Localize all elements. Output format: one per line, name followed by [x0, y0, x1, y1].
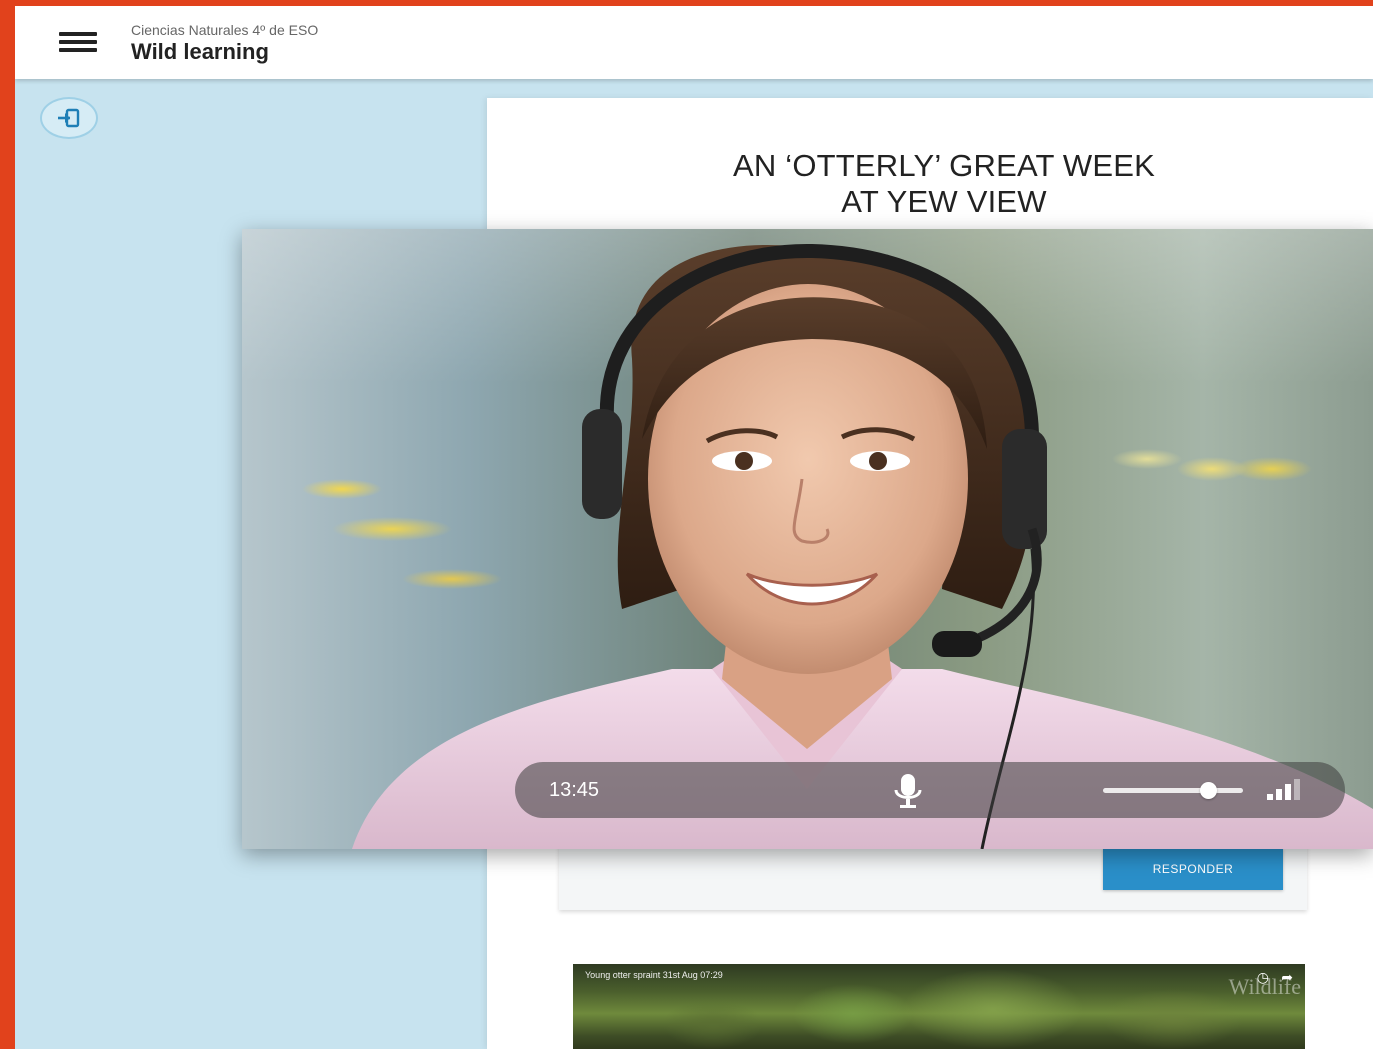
call-timer: 13:45	[549, 779, 600, 801]
signal-bar	[1267, 794, 1273, 800]
hamburger-menu-icon[interactable]	[59, 28, 99, 56]
top-app-bar: Ciencias Naturales 4º de ESO Wild learni…	[15, 6, 1373, 79]
signal-bar	[1276, 789, 1282, 800]
article-title-line-2: AT YEW VIEW	[841, 184, 1047, 219]
page-title: Wild learning	[131, 39, 269, 64]
video-watermark: Wildlife	[1228, 974, 1301, 999]
exit-icon	[58, 108, 80, 128]
call-controls-bar: 13:45	[515, 762, 1345, 818]
video-call-window[interactable]: 13:45	[242, 229, 1373, 849]
respond-button[interactable]: RESPONDER	[1103, 848, 1283, 890]
app-window: Ciencias Naturales 4º de ESO Wild learni…	[15, 6, 1373, 1049]
volume-slider-knob[interactable]	[1200, 782, 1217, 799]
microphone-icon[interactable]	[892, 772, 924, 810]
exit-button[interactable]	[40, 97, 98, 139]
signal-strength-icon	[1267, 779, 1300, 800]
course-name: Ciencias Naturales 4º de ESO	[131, 22, 319, 38]
article-title: AN ‘OTTERLY’ GREAT WEEK AT YEW VIEW	[487, 148, 1373, 220]
signal-bar	[1285, 784, 1291, 800]
wildlife-video-thumbnail[interactable]: Young otter spraint 31st Aug 07:29 ◷ ➦ W…	[573, 964, 1305, 1049]
article-title-line-1: AN ‘OTTERLY’ GREAT WEEK	[732, 148, 1155, 183]
video-caption: Young otter spraint 31st Aug 07:29	[585, 970, 723, 980]
caller-video-feed	[352, 243, 1373, 849]
volume-slider[interactable]	[1103, 782, 1243, 799]
signal-bar	[1294, 779, 1300, 800]
